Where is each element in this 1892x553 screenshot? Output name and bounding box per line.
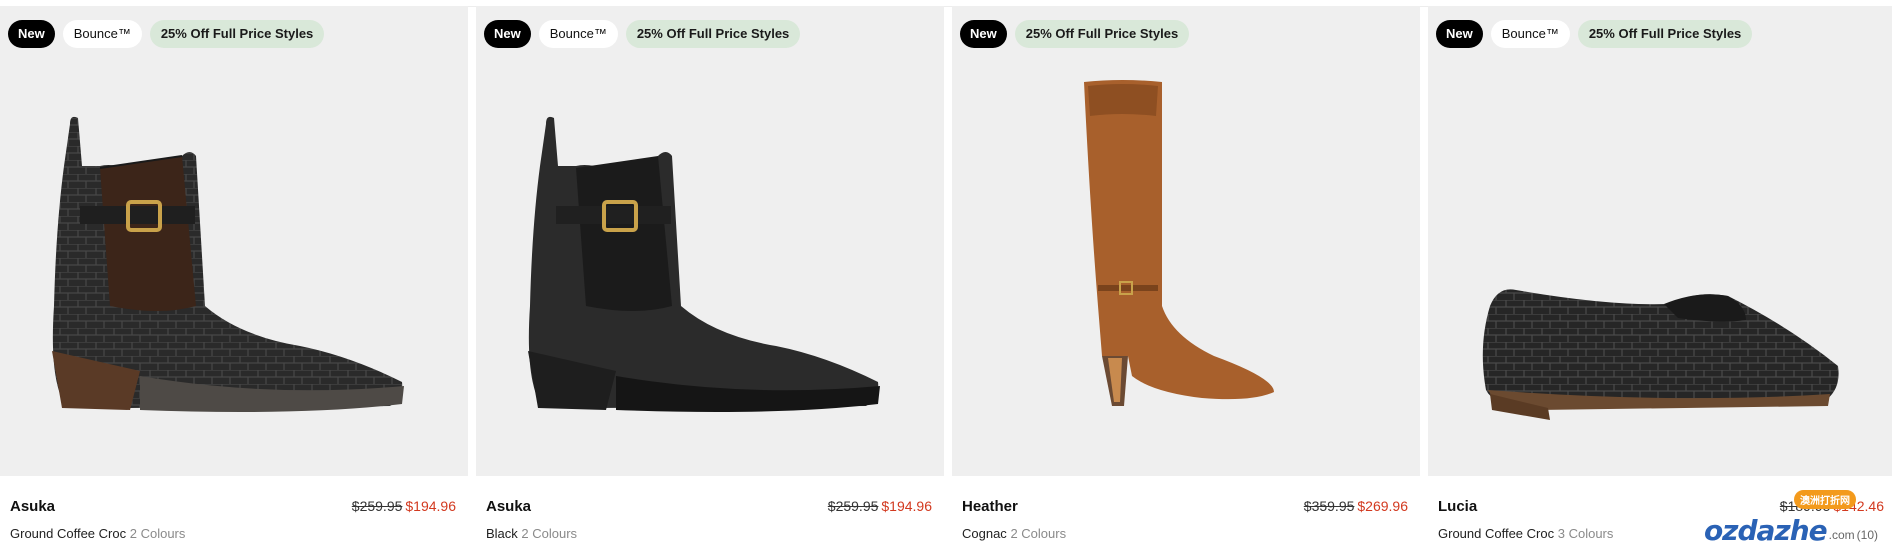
product-image[interactable]: New 25% Off Full Price Styles — [952, 6, 1420, 476]
sale-price: $194.96 — [881, 498, 932, 514]
product-price: $259.95 $194.96 — [352, 498, 456, 514]
product-card[interactable]: New Bounce™ 25% Off Full Price Styles Lu… — [1428, 6, 1892, 553]
colour-name: Ground Coffee Croc — [1438, 526, 1555, 541]
promo-badge: 25% Off Full Price Styles — [1014, 20, 1190, 48]
product-colour: Ground Coffee Croc 3 Colours — [1438, 526, 1613, 541]
product-card[interactable]: New Bounce™ 25% Off Full Price Styles As… — [476, 6, 944, 553]
product-image[interactable]: New Bounce™ 25% Off Full Price Styles — [1428, 6, 1892, 476]
product-colour: Cognac 2 Colours — [962, 526, 1066, 541]
product-name[interactable]: Heather — [962, 498, 1018, 515]
product-price: $359.95 $269.96 — [1304, 498, 1408, 514]
product-image[interactable]: New Bounce™ 25% Off Full Price Styles — [0, 6, 468, 476]
watermark-logo: ozdazhe — [1703, 514, 1828, 547]
product-name[interactable]: Lucia — [1438, 498, 1477, 515]
promo-badge: 25% Off Full Price Styles — [625, 20, 801, 48]
promo-badge: 25% Off Full Price Styles — [1577, 20, 1753, 48]
product-name[interactable]: Asuka — [10, 498, 55, 515]
colour-name: Ground Coffee Croc — [10, 526, 127, 541]
bounce-badge: Bounce™ — [1490, 20, 1570, 48]
new-badge: New — [484, 20, 531, 48]
product-colour: Black 2 Colours — [486, 526, 577, 541]
product-card[interactable]: New 25% Off Full Price Styles Heather $3… — [952, 6, 1420, 553]
new-badge: New — [1436, 20, 1483, 48]
watermark-tag: 澳洲打折网 — [1794, 490, 1856, 509]
chelsea-boot-croc-icon — [52, 116, 404, 412]
product-price: $259.95 $194.96 — [828, 498, 932, 514]
product-colour: Ground Coffee Croc 2 Colours — [10, 526, 185, 541]
sale-price: $194.96 — [405, 498, 456, 514]
product-card[interactable]: New Bounce™ 25% Off Full Price Styles As… — [0, 6, 468, 553]
colour-name: Cognac — [962, 526, 1007, 541]
colour-count[interactable]: 2 Colours — [521, 526, 577, 541]
sale-price: $269.96 — [1357, 498, 1408, 514]
new-badge: New — [8, 20, 55, 48]
colour-count[interactable]: 3 Colours — [1558, 526, 1614, 541]
was-price: $259.95 — [827, 498, 879, 514]
colour-count[interactable]: 2 Colours — [130, 526, 186, 541]
colour-name: Black — [486, 526, 518, 541]
bounce-badge: Bounce™ — [62, 20, 142, 48]
promo-badge: 25% Off Full Price Styles — [149, 20, 325, 48]
knee-high-boot-icon — [1084, 80, 1274, 406]
colour-count[interactable]: 2 Colours — [1010, 526, 1066, 541]
was-price: $359.95 — [1303, 498, 1355, 514]
chelsea-boot-black-icon — [528, 116, 880, 412]
bounce-badge: Bounce™ — [538, 20, 618, 48]
watermark-suffix: .com — [1828, 528, 1855, 542]
product-name[interactable]: Asuka — [486, 498, 531, 515]
watermark-extra: (10) — [1856, 528, 1878, 542]
site-watermark: 澳洲打折网 ozdazhe .com (10) — [1703, 490, 1878, 547]
new-badge: New — [960, 20, 1007, 48]
was-price: $259.95 — [351, 498, 403, 514]
product-grid: New Bounce™ 25% Off Full Price Styles As… — [0, 6, 1892, 553]
product-image[interactable]: New Bounce™ 25% Off Full Price Styles — [476, 6, 944, 476]
loafer-croc-icon — [1482, 289, 1839, 420]
